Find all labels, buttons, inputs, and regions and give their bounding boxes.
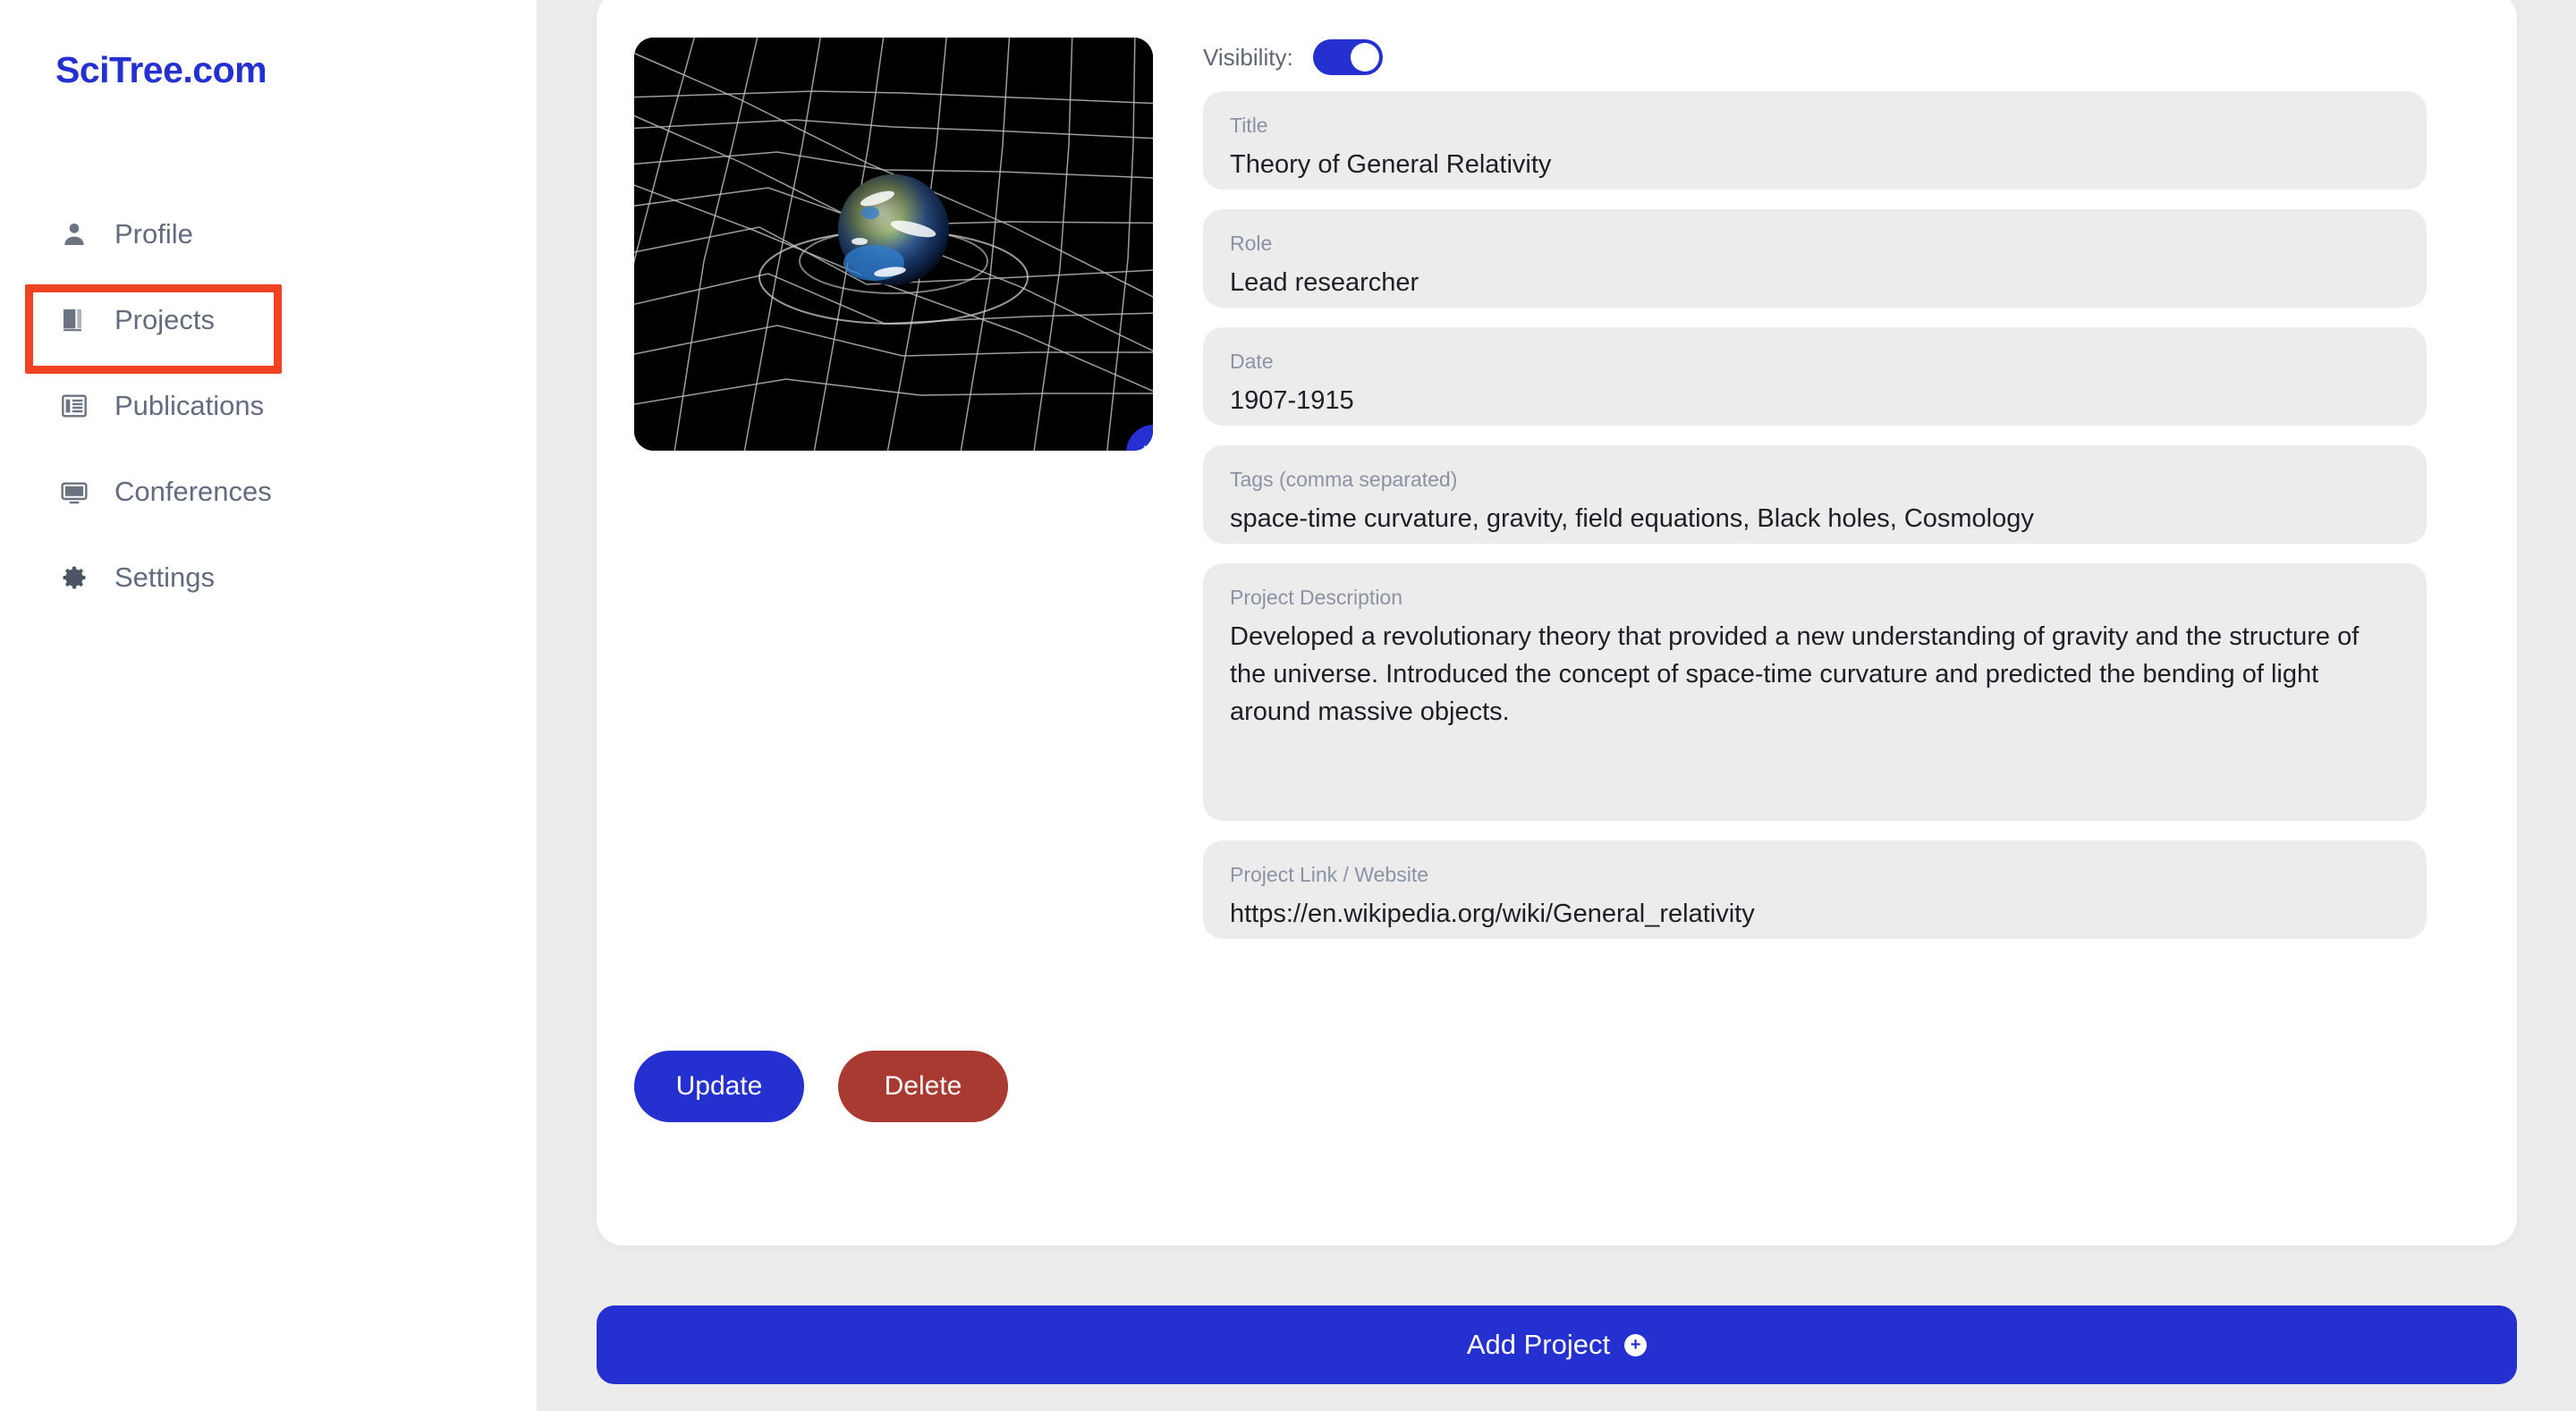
project-form: Visibility: Title Theory of General Rela…: [1203, 38, 2427, 959]
sidebar-item-label: Publications: [114, 390, 265, 421]
plus-icon: +: [1624, 1333, 1648, 1356]
toggle-knob: [1350, 43, 1379, 72]
tags-value: space-time curvature, gravity, field equ…: [1230, 504, 2034, 534]
user-icon: [59, 219, 89, 249]
add-project-button[interactable]: Add Project +: [597, 1305, 2517, 1384]
sidebar-item-label: Profile: [114, 218, 193, 249]
role-field[interactable]: Role Lead researcher: [1203, 209, 2427, 308]
sidebar-item-label: Settings: [114, 562, 216, 593]
sidebar-item-profile[interactable]: Profile: [0, 207, 537, 261]
sidebar-nav: Profile Projects Publications Conference…: [0, 207, 537, 604]
role-value: Lead researcher: [1230, 268, 1419, 298]
sidebar-item-publications[interactable]: Publications: [0, 379, 537, 433]
link-value: https://en.wikipedia.org/wiki/General_re…: [1230, 900, 1755, 929]
monitor-icon: [59, 477, 89, 507]
sidebar: SciTree.com Profile Projects Publication…: [0, 0, 537, 1411]
spacetime-curvature-graphic: [634, 38, 1153, 451]
title-value: Theory of General Relativity: [1230, 150, 1552, 180]
action-buttons: Update Delete: [634, 1051, 1008, 1122]
date-value: 1907-1915: [1230, 386, 1354, 416]
project-editor-card: Update Delete Visibility: Title Theory o…: [597, 0, 2517, 1246]
description-field[interactable]: Project Description Developed a revoluti…: [1203, 563, 2427, 821]
description-value: Developed a revolutionary theory that pr…: [1230, 622, 2360, 727]
link-field[interactable]: Project Link / Website https://en.wikipe…: [1203, 841, 2427, 939]
tags-label: Tags (comma separated): [1230, 468, 1458, 491]
gear-icon: [59, 562, 89, 593]
app-root: SciTree.com Profile Projects Publication…: [0, 0, 2576, 1411]
main-content: Update Delete Visibility: Title Theory o…: [537, 0, 2576, 1411]
sidebar-item-label: Projects: [114, 304, 215, 335]
link-label: Project Link / Website: [1230, 863, 1429, 886]
role-label: Role: [1230, 232, 1273, 255]
newspaper-icon: [59, 391, 89, 421]
sidebar-item-label: Conferences: [114, 476, 272, 507]
add-project-label: Add Project: [1466, 1329, 1611, 1360]
visibility-row: Visibility:: [1203, 38, 2427, 77]
project-image[interactable]: [634, 38, 1153, 451]
title-label: Title: [1230, 114, 1268, 137]
update-button[interactable]: Update: [634, 1051, 804, 1122]
date-label: Date: [1230, 350, 1274, 373]
visibility-label: Visibility:: [1203, 43, 1293, 71]
description-label: Project Description: [1230, 586, 1403, 609]
date-field[interactable]: Date 1907-1915: [1203, 327, 2427, 426]
delete-button[interactable]: Delete: [838, 1051, 1008, 1122]
title-field[interactable]: Title Theory of General Relativity: [1203, 91, 2427, 190]
book-icon: [59, 305, 89, 335]
visibility-toggle[interactable]: [1312, 39, 1383, 75]
sidebar-item-projects[interactable]: Projects: [0, 293, 537, 347]
sidebar-item-settings[interactable]: Settings: [0, 551, 537, 604]
sidebar-item-conferences[interactable]: Conferences: [0, 465, 537, 519]
tags-field[interactable]: Tags (comma separated) space-time curvat…: [1203, 445, 2427, 544]
brand-logo[interactable]: SciTree.com: [55, 49, 267, 91]
